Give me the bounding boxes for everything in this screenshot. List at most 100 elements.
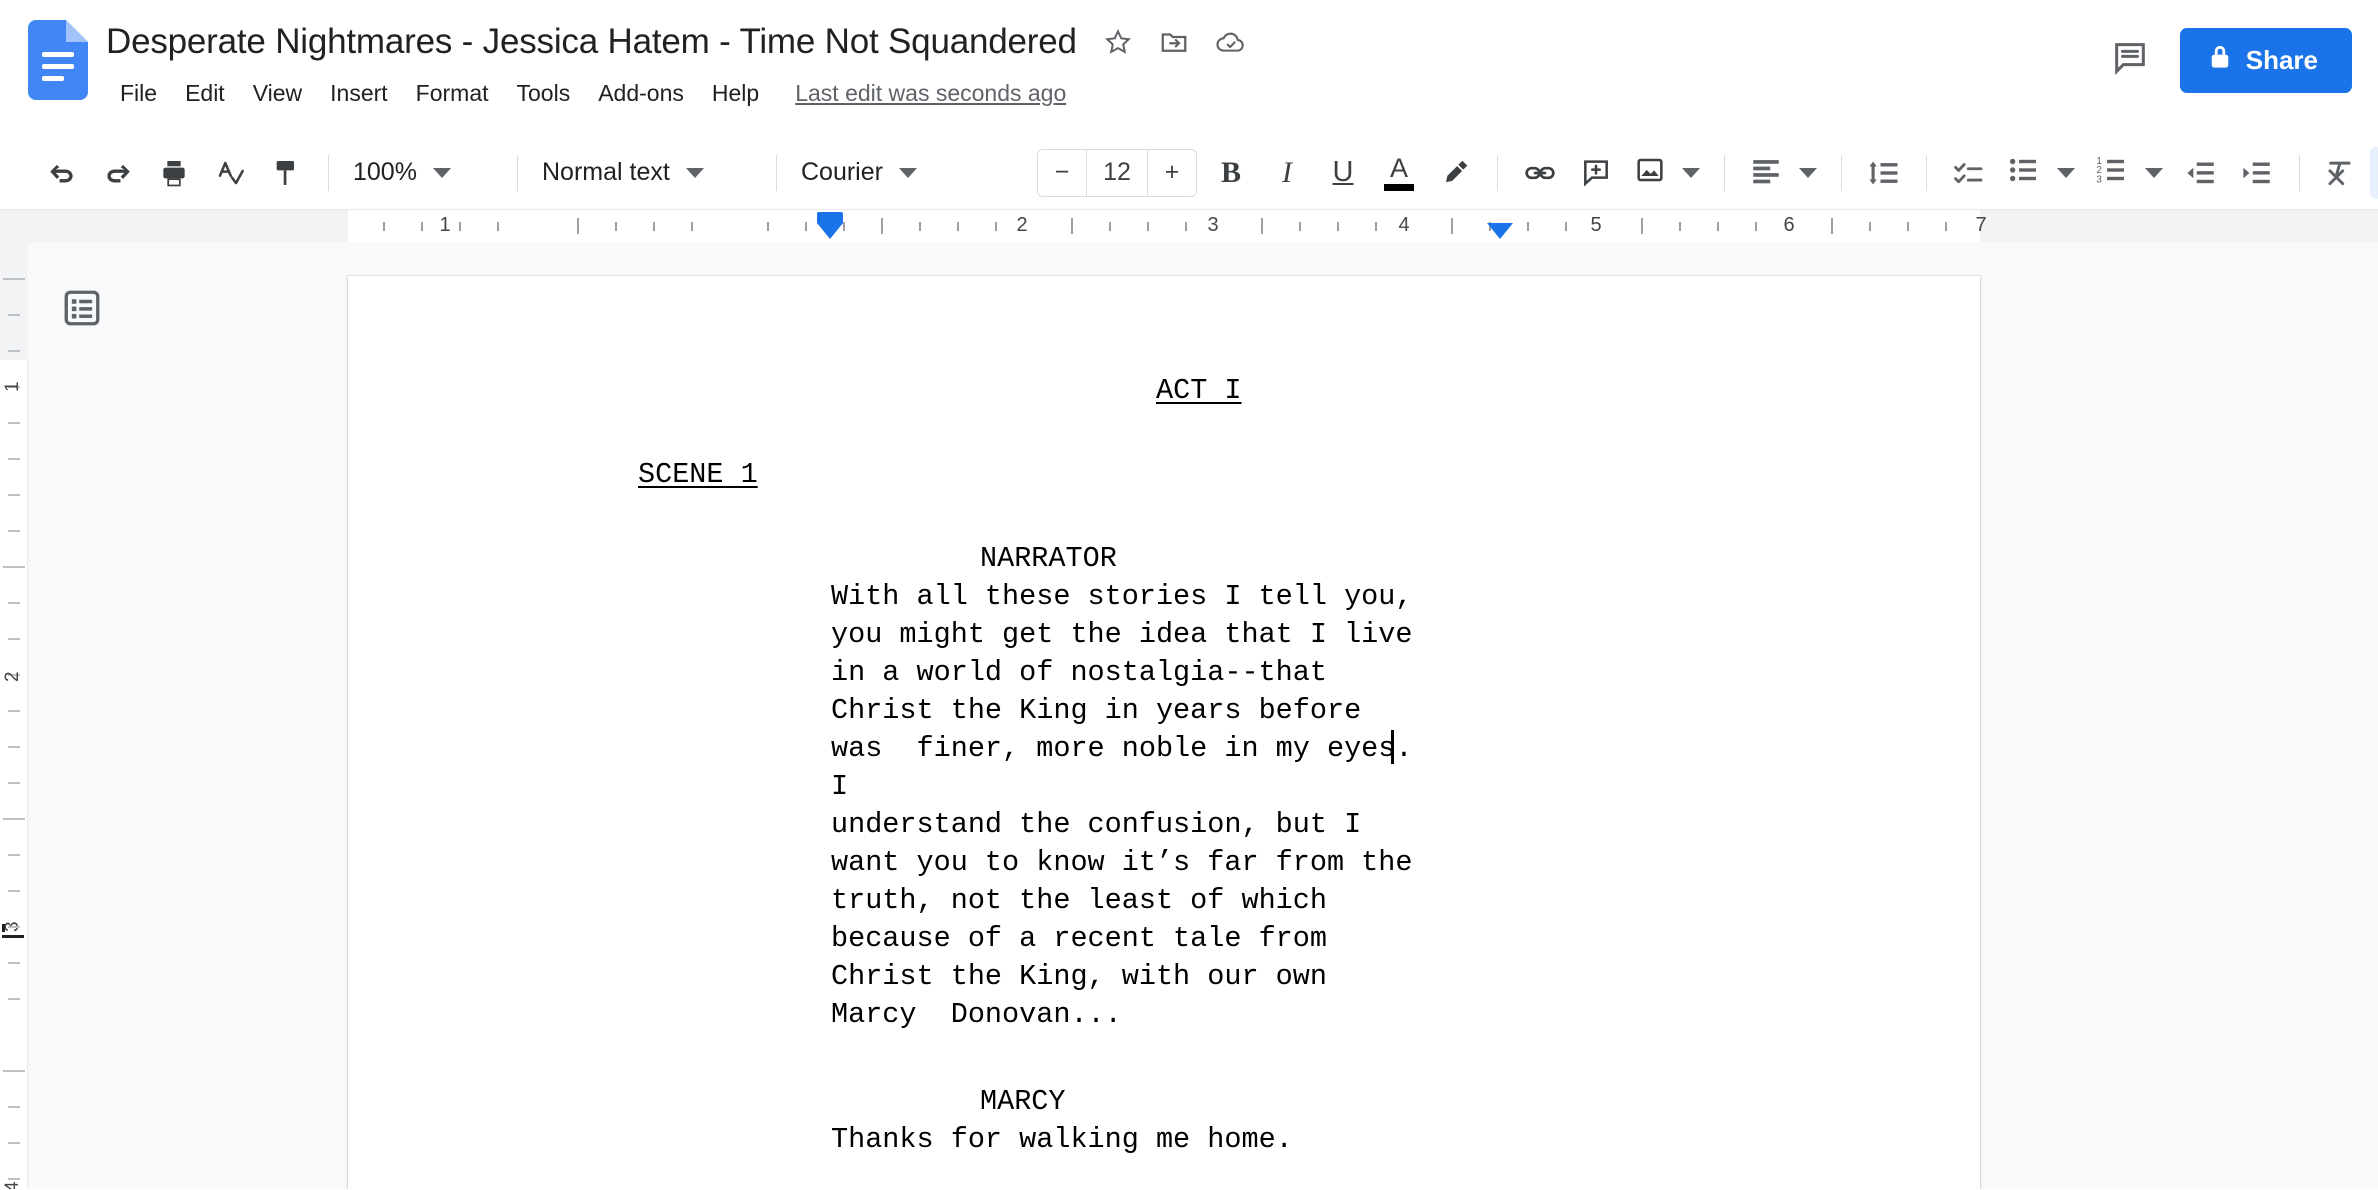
align-left-icon — [1749, 153, 1783, 192]
last-edit-status[interactable]: Last edit was seconds ago — [795, 80, 1066, 107]
font-family-value: Courier — [801, 158, 883, 186]
checklist-icon[interactable] — [1941, 145, 1997, 201]
chevron-down-icon — [685, 167, 704, 178]
star-icon[interactable] — [1103, 27, 1133, 57]
ruler-number: 4 — [1398, 214, 1410, 236]
italic-button[interactable]: I — [1259, 145, 1315, 201]
underline-button[interactable]: U — [1315, 145, 1371, 201]
underline-label: U — [1332, 156, 1354, 188]
chevron-down-icon — [2145, 167, 2163, 178]
add-comment-icon[interactable] — [1568, 145, 1624, 201]
menu-addons[interactable]: Add-ons — [584, 76, 698, 111]
chevron-down-icon — [432, 167, 451, 178]
toolbar-divider — [1497, 154, 1498, 191]
italic-label: I — [1282, 155, 1292, 189]
menu-format[interactable]: Format — [402, 76, 503, 111]
font-size-decrease-button[interactable]: − — [1038, 150, 1086, 196]
ruler-page-region — [348, 210, 1980, 242]
ruler-number: 2 — [1016, 214, 1028, 236]
document-area: 1 2 3 4 — [0, 242, 2378, 1189]
ruler-number: 1 — [439, 214, 451, 236]
ruler-number: 7 — [1975, 214, 1987, 236]
left-indent-marker[interactable] — [817, 223, 843, 239]
move-to-folder-icon[interactable] — [1159, 27, 1189, 57]
align-button[interactable] — [1739, 147, 1827, 199]
increase-indent-icon[interactable] — [2229, 145, 2285, 201]
spellcheck-icon[interactable] — [202, 145, 258, 201]
cloud-saved-icon[interactable] — [1215, 27, 1247, 57]
dialogue-narrator: With all these stories I tell you, you m… — [831, 580, 1413, 1031]
text-color-button[interactable]: A — [1371, 145, 1427, 201]
insert-image-button[interactable] — [1624, 147, 1710, 199]
editing-mode-button[interactable] — [2370, 146, 2378, 199]
undo-icon[interactable] — [34, 145, 90, 201]
menu-insert[interactable]: Insert — [316, 76, 402, 111]
text-color-label: A — [1389, 152, 1408, 183]
toolbar-divider — [1841, 154, 1842, 191]
svg-text:3: 3 — [2096, 174, 2102, 185]
formatting-toolbar: 100% Normal text Courier − 12 + B I U A — [0, 136, 2378, 210]
toolbar-divider — [776, 154, 777, 191]
highlight-color-button[interactable] — [1427, 145, 1483, 201]
insert-image-icon — [1634, 154, 1666, 191]
paragraph-style-value: Normal text — [542, 158, 670, 186]
menu-help[interactable]: Help — [698, 76, 773, 111]
zoom-value: 100% — [353, 158, 417, 186]
horizontal-ruler[interactable]: 1 2 3 4 5 6 7 — [0, 210, 2378, 242]
character-name-marcy: MARCY — [980, 1085, 1066, 1118]
show-document-outline-button[interactable] — [56, 284, 108, 336]
horizontal-ruler-area: 1 2 3 4 5 6 7 — [0, 210, 2378, 242]
title-row: Desperate Nightmares - Jessica Hatem - T… — [106, 16, 2110, 68]
bold-button[interactable]: B — [1203, 145, 1259, 201]
line-spacing-icon[interactable] — [1856, 145, 1912, 201]
font-family-select[interactable]: Courier — [791, 147, 1031, 199]
share-button[interactable]: Share — [2179, 28, 2352, 93]
ruler-number: 3 — [1207, 214, 1219, 236]
font-size-input[interactable]: 12 — [1086, 149, 1148, 196]
app-header: Desperate Nightmares - Jessica Hatem - T… — [0, 0, 2378, 136]
decrease-indent-icon[interactable] — [2173, 145, 2229, 201]
numbered-list-icon: 1 2 3 — [2095, 153, 2129, 192]
right-indent-marker[interactable] — [1487, 223, 1513, 239]
vruler-number: 2 — [2, 671, 23, 682]
toolbar-divider — [2299, 154, 2300, 191]
menu-edit[interactable]: Edit — [171, 76, 239, 111]
chevron-down-icon — [2057, 167, 2075, 178]
vertical-margin-marker[interactable] — [2, 924, 24, 938]
document-page[interactable]: ACT I SCENE 1 NARRATOR With all these st… — [348, 276, 1980, 1189]
menu-file[interactable]: File — [106, 76, 171, 111]
redo-icon[interactable] — [90, 145, 146, 201]
toolbar-divider — [517, 154, 518, 191]
text-cursor — [1391, 730, 1394, 764]
print-icon[interactable] — [146, 145, 202, 201]
ruler-number: 5 — [1590, 214, 1602, 236]
insert-link-icon[interactable] — [1512, 145, 1568, 201]
clear-formatting-icon[interactable] — [2314, 145, 2370, 201]
zoom-select[interactable]: 100% — [343, 147, 503, 199]
document-title[interactable]: Desperate Nightmares - Jessica Hatem - T… — [106, 22, 1077, 62]
lock-icon — [2208, 44, 2232, 77]
share-label: Share — [2245, 45, 2318, 75]
vertical-ruler[interactable]: 1 2 3 4 — [0, 242, 28, 1189]
paragraph-style-select[interactable]: Normal text — [532, 147, 762, 199]
numbered-list-button[interactable]: 1 2 3 — [2085, 147, 2173, 199]
toolbar-divider — [328, 154, 329, 191]
text-color-swatch — [1384, 183, 1414, 191]
comment-history-icon[interactable] — [2110, 38, 2150, 83]
font-size-increase-button[interactable]: + — [1148, 150, 1196, 196]
scene-heading: SCENE 1 — [638, 456, 758, 494]
document-outline-icon — [61, 287, 103, 334]
act-heading: ACT I — [1156, 372, 1242, 410]
vruler-number: 4 — [2, 1181, 23, 1189]
menu-bar: File Edit View Insert Format Tools Add-o… — [106, 76, 2110, 111]
toolbar-divider — [1724, 154, 1725, 191]
bulleted-list-button[interactable] — [1997, 147, 2085, 199]
scene-heading-text: SCENE 1 — [638, 458, 758, 491]
menu-tools[interactable]: Tools — [503, 76, 585, 111]
google-docs-logo[interactable] — [28, 20, 88, 100]
act-heading-text: ACT I — [1156, 374, 1242, 407]
chevron-down-icon — [1799, 167, 1817, 178]
vruler-number: 1 — [2, 381, 23, 392]
menu-view[interactable]: View — [239, 76, 316, 111]
paint-format-icon[interactable] — [258, 145, 314, 201]
